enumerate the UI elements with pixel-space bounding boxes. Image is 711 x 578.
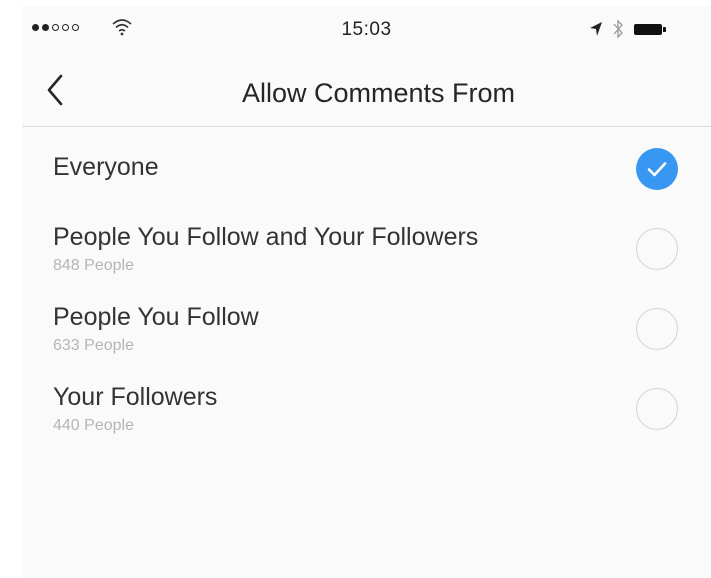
checkmark-icon — [647, 162, 667, 177]
radio-unchecked-icon[interactable] — [636, 308, 678, 350]
option-label: People You Follow and Your Followers — [53, 223, 479, 251]
screen: 15:03 Allow Comments From Everyone Peopl… — [22, 6, 711, 578]
status-bar: 15:03 — [22, 6, 711, 54]
status-time: 15:03 — [341, 19, 392, 40]
option-your-followers[interactable]: Your Followers 440 People — [22, 367, 711, 447]
option-people-you-follow-and-followers[interactable]: People You Follow and Your Followers 848… — [22, 207, 711, 287]
navigation-bar: Allow Comments From — [22, 54, 711, 127]
battery-icon — [634, 24, 662, 35]
option-count: 440 People — [53, 417, 134, 434]
radio-unchecked-icon[interactable] — [636, 228, 678, 270]
option-label: Everyone — [53, 153, 159, 181]
bluetooth-icon — [613, 19, 623, 39]
location-arrow-icon — [590, 22, 602, 36]
option-count: 633 People — [53, 337, 134, 354]
option-count: 848 People — [53, 257, 134, 274]
battery-tip — [663, 27, 666, 32]
page-title: Allow Comments From — [241, 78, 516, 108]
option-people-you-follow[interactable]: People You Follow 633 People — [22, 287, 711, 367]
radio-unchecked-icon[interactable] — [636, 388, 678, 430]
option-everyone[interactable]: Everyone — [22, 127, 711, 207]
option-label: Your Followers — [53, 383, 218, 411]
option-label: People You Follow — [53, 303, 259, 331]
radio-checked-icon[interactable] — [636, 148, 678, 190]
